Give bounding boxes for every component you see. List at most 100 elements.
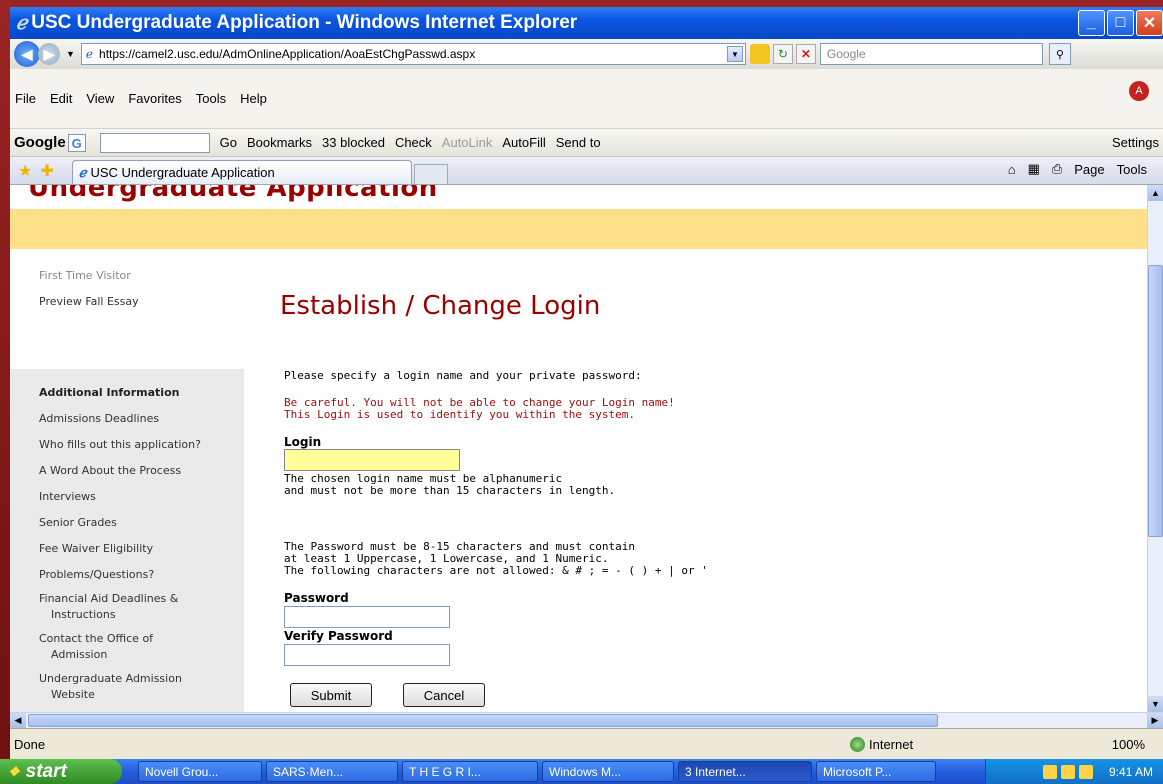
- globe-icon: [850, 736, 865, 752]
- sidebar-item-financial-aid[interactable]: Financial Aid Deadlines &: [39, 591, 178, 607]
- sidebar-item-problems[interactable]: Problems/Questions?: [39, 567, 154, 583]
- start-button[interactable]: ❖ start: [0, 759, 122, 784]
- task-sars[interactable]: SARS·Men...: [266, 761, 398, 782]
- autolink-button[interactable]: AutoLink: [442, 135, 493, 150]
- popup-blocked-button[interactable]: 33 blocked: [322, 135, 385, 150]
- tray-icon[interactable]: [1078, 764, 1093, 779]
- password-input[interactable]: [284, 606, 450, 628]
- pdf-icon[interactable]: A: [1129, 81, 1149, 101]
- menu-help[interactable]: Help: [240, 91, 267, 106]
- stop-button[interactable]: ✕: [795, 44, 816, 64]
- task-microsoft-p[interactable]: Microsoft P...: [816, 761, 936, 782]
- back-button[interactable]: ◀: [14, 41, 40, 67]
- sidebar-item-website[interactable]: Undergraduate Admission: [39, 671, 182, 687]
- sidebar-item-first-visitor[interactable]: First Time Visitor: [39, 268, 131, 284]
- search-input[interactable]: Google: [819, 43, 1043, 65]
- tab-bar: ★ ✚ ℯ USC Undergraduate Application ⌂ ▦ …: [10, 157, 1163, 185]
- google-go-button[interactable]: Go: [220, 135, 237, 150]
- scroll-right-icon[interactable]: ▶: [1147, 713, 1163, 728]
- feeds-icon[interactable]: ▦: [1028, 161, 1040, 177]
- title-bar[interactable]: ℯ USC Undergraduate Application - Window…: [10, 7, 1163, 39]
- login-input[interactable]: [284, 449, 460, 471]
- google-logo: Google: [14, 134, 66, 151]
- new-tab-button[interactable]: [413, 164, 448, 184]
- menu-file[interactable]: File: [15, 91, 36, 106]
- bookmarks-button[interactable]: Bookmarks: [247, 135, 312, 150]
- verify-password-input[interactable]: [284, 644, 450, 666]
- home-icon[interactable]: ⌂: [1008, 162, 1016, 177]
- windows-logo-icon: ❖: [8, 763, 20, 779]
- tray-icon[interactable]: [1060, 764, 1075, 779]
- vertical-scroll-thumb[interactable]: [1148, 265, 1163, 537]
- horizontal-scrollbar[interactable]: ◀ ▶: [10, 712, 1163, 728]
- task-internet[interactable]: 3 Internet...: [678, 761, 812, 782]
- menu-edit[interactable]: Edit: [50, 91, 72, 106]
- submit-button[interactable]: Submit: [290, 683, 372, 707]
- task-windows-m[interactable]: Windows M...: [542, 761, 674, 782]
- tab-title: USC Undergraduate Application: [90, 165, 275, 180]
- forward-button[interactable]: ▶: [38, 43, 60, 65]
- print-icon[interactable]: ⎙: [1052, 161, 1062, 177]
- google-toolbar: Google G Go Bookmarks 33 blocked Check A…: [10, 129, 1163, 157]
- spell-check-button[interactable]: Check: [395, 135, 432, 150]
- sidebar-item-interviews[interactable]: Interviews: [39, 489, 96, 505]
- favorites-star-icon[interactable]: ★: [18, 161, 32, 181]
- settings-button[interactable]: Settings: [1112, 135, 1159, 150]
- scroll-up-icon[interactable]: ▲: [1148, 185, 1163, 201]
- sidebar-item-preview-essay[interactable]: Preview Fall Essay: [39, 294, 139, 310]
- sidebar-item-who-fills[interactable]: Who fills out this application?: [39, 437, 201, 453]
- menu-tools[interactable]: Tools: [196, 91, 226, 106]
- url-text: https://camel2.usc.edu/AdmOnlineApplicat…: [99, 47, 476, 61]
- sidebar-item-fee-waiver[interactable]: Fee Waiver Eligibility: [39, 541, 153, 557]
- url-dropdown-icon[interactable]: ▼: [726, 46, 743, 62]
- sidebar-item-senior-grades[interactable]: Senior Grades: [39, 515, 117, 531]
- sidebar-item-financial-aid-2[interactable]: Instructions: [51, 607, 116, 623]
- page-title: Establish / Change Login: [280, 291, 601, 321]
- history-dropdown-icon[interactable]: ▼: [66, 49, 75, 59]
- menu-favorites[interactable]: Favorites: [128, 91, 181, 106]
- page-menu[interactable]: Page: [1074, 162, 1104, 177]
- horizontal-scroll-thumb[interactable]: [28, 714, 938, 727]
- google-search-input[interactable]: [99, 132, 210, 153]
- add-favorites-icon[interactable]: ✚: [40, 161, 53, 181]
- password-rule-3: The following characters are not allowed…: [284, 564, 708, 577]
- google-menu-icon[interactable]: G: [67, 133, 86, 152]
- lock-icon[interactable]: [749, 44, 770, 64]
- sidebar-item-contact[interactable]: Contact the Office of: [39, 631, 153, 647]
- system-tray: 9:41 AM: [985, 759, 1163, 784]
- password-label: Password: [284, 591, 349, 605]
- search-icon[interactable]: ⚲: [1048, 43, 1071, 65]
- sidebar-item-contact-2[interactable]: Admission: [51, 647, 107, 663]
- status-text: Done: [14, 736, 46, 752]
- maximize-button[interactable]: □: [1107, 10, 1134, 36]
- task-novell[interactable]: Novell Grou...: [138, 761, 262, 782]
- zoom-level[interactable]: 100%: [1112, 737, 1145, 752]
- sidebar-item-deadlines[interactable]: Admissions Deadlines: [39, 411, 159, 427]
- task-the-gri[interactable]: T H E G R I...: [402, 761, 538, 782]
- autofill-button[interactable]: AutoFill: [502, 135, 545, 150]
- refresh-button[interactable]: ↻: [772, 44, 793, 64]
- sidebar-item-process[interactable]: A Word About the Process: [39, 463, 181, 479]
- close-button[interactable]: ✕: [1136, 10, 1163, 36]
- main-form: Establish / Change Login Please specify …: [280, 185, 1144, 712]
- vertical-scrollbar[interactable]: ▲ ▼: [1147, 185, 1163, 712]
- security-zone[interactable]: Internet: [850, 736, 913, 752]
- sidebar-item-website-2[interactable]: Website: [51, 687, 95, 703]
- clock[interactable]: 9:41 AM: [1109, 765, 1153, 779]
- scroll-down-icon[interactable]: ▼: [1148, 696, 1163, 712]
- page-icon: ℯ: [85, 47, 94, 61]
- ie-tab-icon: ℯ: [78, 164, 87, 180]
- scroll-left-icon[interactable]: ◀: [10, 713, 26, 728]
- cancel-button[interactable]: Cancel: [403, 683, 485, 707]
- status-bar: Done Internet 100%: [10, 728, 1163, 759]
- send-to-button[interactable]: Send to: [556, 135, 601, 150]
- intro-text: Please specify a login name and your pri…: [284, 369, 642, 382]
- tab-usc-application[interactable]: ℯ USC Undergraduate Application: [71, 160, 412, 184]
- ie-icon: ℯ: [16, 12, 28, 34]
- url-input[interactable]: ℯ https://camel2.usc.edu/AdmOnlineApplic…: [80, 43, 746, 65]
- start-label: start: [25, 760, 67, 782]
- tray-icon[interactable]: [1042, 764, 1057, 779]
- menu-view[interactable]: View: [86, 91, 114, 106]
- tools-menu[interactable]: Tools: [1117, 162, 1147, 177]
- minimize-button[interactable]: _: [1078, 10, 1105, 36]
